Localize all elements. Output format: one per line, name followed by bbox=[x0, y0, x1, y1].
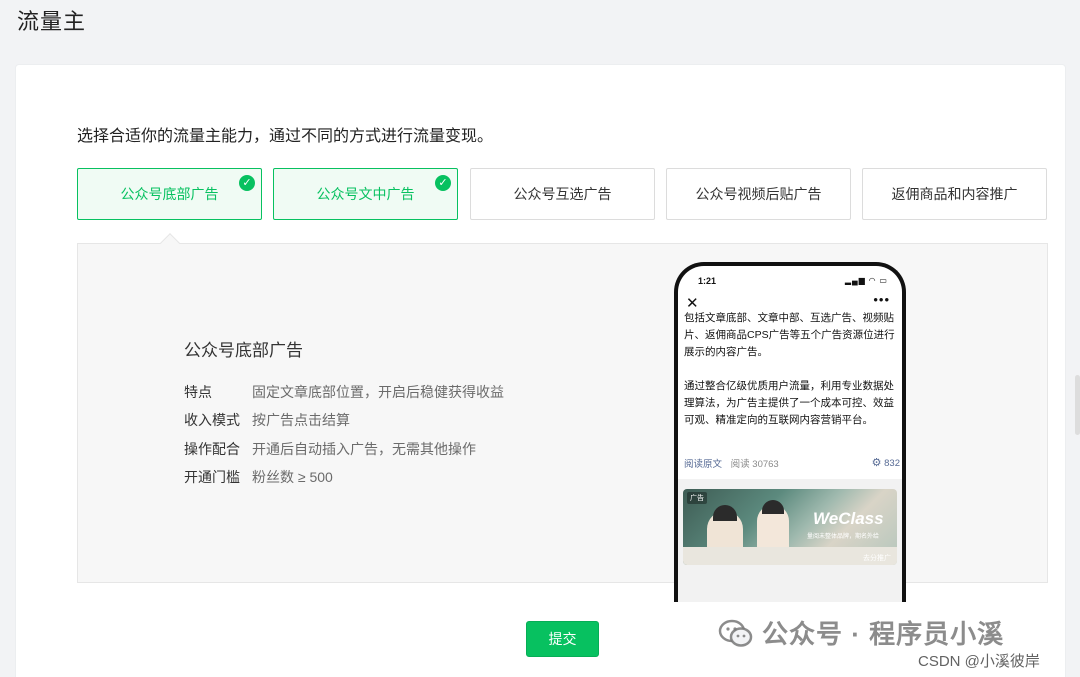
page-title: 流量主 bbox=[17, 9, 87, 34]
wechat-icon bbox=[718, 619, 753, 647]
article-paragraph: 通过整合亿级优质用户流量，利用专业数据处理算法，为广告主提供了一个成本可控、效益… bbox=[684, 380, 894, 426]
watermark-wechat: 公众号 · 程序员小溪 bbox=[718, 614, 1004, 651]
feature-row: 操作配合 开通后自动插入广告，无需其他操作 bbox=[184, 439, 476, 459]
option-video-post-ad[interactable]: 公众号视频后贴广告 bbox=[666, 168, 851, 220]
feature-key: 操作配合 bbox=[184, 441, 240, 457]
option-label: 返佣商品和内容推广 bbox=[891, 186, 1018, 202]
ad-slogan: 量阅未整体品牌，期名外给 bbox=[807, 534, 880, 540]
ad-slot: 广告 WeClass 量阅未整体品牌，期名外给 去分推广 bbox=[678, 479, 902, 602]
watermark-main-text: 公众号 · 程序员小溪 bbox=[762, 619, 1005, 649]
feature-value: 固定文章底部位置，开启后稳健获得收益 bbox=[252, 384, 504, 400]
ad-photo-figure bbox=[757, 500, 789, 551]
option-label: 公众号文中广告 bbox=[316, 186, 415, 202]
signal-wifi-battery-icon: ▂▄▆ ◠ ▭ bbox=[844, 276, 888, 285]
watermark-csdn: CSDN @小溪彼岸 bbox=[918, 653, 1040, 670]
option-label: 公众号底部广告 bbox=[120, 186, 219, 202]
article-meta: 阅读原文 阅读 30763 ⚙ 832 bbox=[684, 456, 900, 470]
check-icon: ✓ bbox=[435, 175, 451, 191]
phone-preview: 1:21 ▂▄▆ ◠ ▭ ✕ ••• 包括文章底部、文章中部、互选广告、视频贴片… bbox=[674, 262, 906, 602]
detail-title: 公众号底部广告 bbox=[184, 341, 303, 360]
feature-value: 粉丝数 ≥ 500 bbox=[252, 469, 333, 485]
ad-link: 去分推广 bbox=[863, 555, 891, 562]
detail-panel: 公众号底部广告 特点 固定文章底部位置，开启后稳健获得收益 收入模式 按广告点击结算… bbox=[77, 233, 1048, 602]
option-rebate-promotion[interactable]: 返佣商品和内容推广 bbox=[862, 168, 1047, 220]
feature-key: 收入模式 bbox=[184, 412, 240, 428]
read-original-link: 阅读原文 bbox=[684, 459, 723, 470]
read-count: 阅读 30763 bbox=[730, 459, 779, 470]
feature-value: 按广告点击结算 bbox=[252, 412, 350, 428]
ad-banner-image: 广告 WeClass 量阅未整体品牌，期名外给 去分推广 bbox=[683, 489, 897, 565]
feature-key: 开通门槛 bbox=[184, 469, 240, 485]
like-count-group: ⚙ 832 bbox=[872, 456, 900, 469]
feature-row: 开通门槛 粉丝数 ≥ 500 bbox=[184, 467, 333, 487]
option-mutual-select-ad[interactable]: 公众号互选广告 bbox=[470, 168, 655, 220]
ad-brand: WeClass bbox=[813, 509, 884, 528]
feature-row: 特点 固定文章底部位置，开启后稳健获得收益 bbox=[184, 382, 504, 402]
ad-tag: 广告 bbox=[687, 492, 707, 504]
submit-button[interactable]: 提交 bbox=[526, 621, 599, 657]
check-icon: ✓ bbox=[239, 175, 255, 191]
phone-status-bar: 1:21 ▂▄▆ ◠ ▭ bbox=[698, 276, 888, 286]
option-label: 公众号视频后贴广告 bbox=[695, 186, 822, 202]
article-paragraph: 包括文章底部、文章中部、互选广告、视频贴片、返佣商品CPS广告等五个广告资源位进… bbox=[684, 312, 895, 358]
option-bottom-ad[interactable]: 公众号底部广告 ✓ bbox=[77, 168, 262, 220]
option-label: 公众号互选广告 bbox=[513, 186, 612, 202]
more-icon: ••• bbox=[873, 292, 890, 307]
option-inline-ad[interactable]: 公众号文中广告 ✓ bbox=[273, 168, 458, 220]
intro-text: 选择合适你的流量主能力，通过不同的方式进行流量变现。 bbox=[77, 128, 494, 145]
like-count: 832 bbox=[884, 458, 900, 469]
feature-value: 开通后自动插入广告，无需其他操作 bbox=[252, 441, 476, 457]
phone-time: 1:21 bbox=[698, 276, 717, 286]
scrollbar[interactable] bbox=[1075, 375, 1080, 435]
feature-key: 特点 bbox=[184, 384, 212, 400]
feature-row: 收入模式 按广告点击结算 bbox=[184, 410, 350, 430]
like-icon: ⚙ bbox=[871, 457, 882, 469]
